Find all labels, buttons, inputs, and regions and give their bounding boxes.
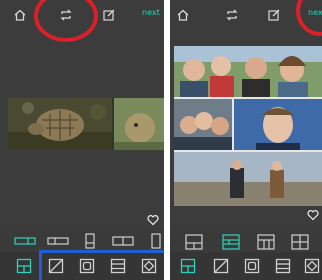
family-photo — [174, 46, 322, 97]
layout-option-3[interactable] — [84, 233, 96, 249]
layout-option-3[interactable] — [256, 234, 276, 250]
next-button[interactable]: next — [142, 8, 160, 17]
layout-option-1[interactable] — [14, 233, 36, 249]
photo-three-boys[interactable] — [174, 99, 232, 150]
tortoise-photo — [8, 98, 112, 150]
photo-tortoise-1[interactable] — [8, 98, 112, 150]
heart-icon[interactable] — [307, 209, 319, 221]
highlight-box — [39, 250, 164, 280]
photo-family-group[interactable] — [174, 46, 322, 97]
adjust-tab-icon[interactable] — [304, 258, 320, 274]
heart-icon[interactable] — [147, 214, 159, 226]
photo-beach[interactable] — [174, 152, 322, 206]
collage-canvas — [174, 46, 322, 206]
layout-option-4[interactable] — [290, 234, 310, 250]
layout-option-2[interactable] — [221, 234, 241, 250]
edit-icon[interactable] — [102, 8, 116, 22]
swap-icon[interactable] — [225, 8, 239, 22]
right-screen: next — [170, 0, 322, 280]
layout-option-1[interactable] — [184, 234, 204, 250]
edit-icon[interactable] — [267, 8, 281, 22]
home-icon[interactable] — [13, 8, 27, 22]
portrait-photo — [234, 99, 322, 150]
highlight-circle — [34, 0, 98, 42]
grid-layout-tab-icon[interactable] — [16, 258, 32, 274]
collage-canvas — [8, 98, 164, 150]
photo-tortoise-2[interactable] — [114, 98, 164, 150]
layers-tab-icon[interactable] — [275, 258, 291, 274]
home-icon[interactable] — [176, 8, 190, 22]
highlight-circle — [296, 0, 322, 36]
crop-tab-icon[interactable] — [213, 258, 229, 274]
boys-photo — [174, 99, 232, 150]
layout-option-4[interactable] — [112, 233, 134, 249]
grid-layout-tab-icon[interactable] — [180, 258, 196, 274]
layout-option-5[interactable] — [150, 233, 162, 249]
left-screen: next — [0, 0, 164, 280]
tortoise-head-photo — [114, 98, 164, 150]
layout-option-2[interactable] — [47, 233, 69, 249]
photo-boy-portrait[interactable] — [234, 99, 322, 150]
bottom-tab-bar — [170, 252, 322, 280]
border-tab-icon[interactable] — [244, 258, 260, 274]
beach-photo — [174, 152, 322, 206]
